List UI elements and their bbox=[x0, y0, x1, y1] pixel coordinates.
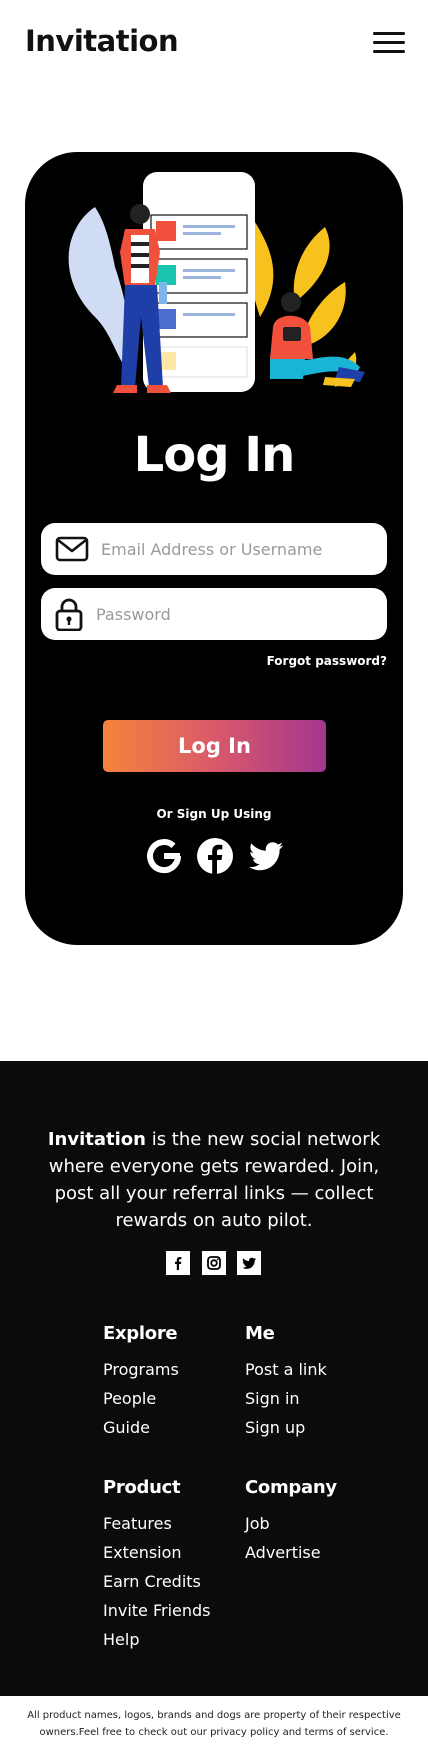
footer-link-sign-in[interactable]: Sign in bbox=[245, 1384, 327, 1413]
footer-link-guide[interactable]: Guide bbox=[103, 1413, 179, 1442]
footer-link-sign-up[interactable]: Sign up bbox=[245, 1413, 327, 1442]
footer-col-product: Product Features Extension Earn Credits … bbox=[103, 1477, 211, 1654]
footer-col-title: Me bbox=[245, 1323, 275, 1344]
footer-facebook-icon[interactable] bbox=[166, 1251, 190, 1275]
envelope-icon bbox=[55, 536, 89, 562]
footer-link-invite-friends[interactable]: Invite Friends bbox=[103, 1596, 211, 1625]
tagline-brand: Invitation bbox=[47, 1129, 146, 1150]
footer-col-title: Product bbox=[103, 1477, 181, 1498]
password-input[interactable] bbox=[96, 588, 376, 640]
forgot-password-link[interactable]: Forgot password? bbox=[267, 654, 387, 668]
footer-link-advertise[interactable]: Advertise bbox=[245, 1538, 337, 1567]
email-field[interactable] bbox=[41, 523, 387, 575]
top-header: Invitation bbox=[0, 0, 428, 90]
footer-col-title: Explore bbox=[103, 1323, 178, 1344]
copyright-notice: All product names, logos, brands and dog… bbox=[0, 1696, 428, 1750]
lock-icon bbox=[55, 598, 83, 631]
footer-link-programs[interactable]: Programs bbox=[103, 1355, 179, 1384]
footer-col-me: Me Post a link Sign in Sign up bbox=[245, 1323, 327, 1442]
footer-twitter-icon[interactable] bbox=[237, 1251, 261, 1275]
footer-link-people[interactable]: People bbox=[103, 1384, 179, 1413]
footer-col-company: Company Job Advertise bbox=[245, 1477, 337, 1567]
password-field[interactable] bbox=[41, 588, 387, 640]
footer-link-help[interactable]: Help bbox=[103, 1625, 211, 1654]
footer-col-explore: Explore Programs People Guide bbox=[103, 1323, 179, 1442]
login-button[interactable]: Log In bbox=[103, 720, 326, 772]
login-title: Log In bbox=[133, 427, 296, 483]
footer-tagline: Invitation is the new social network whe… bbox=[40, 1126, 388, 1234]
footer-link-features[interactable]: Features bbox=[103, 1509, 211, 1538]
footer-link-post-a-link[interactable]: Post a link bbox=[245, 1355, 327, 1384]
email-input[interactable] bbox=[101, 523, 381, 575]
facebook-icon[interactable] bbox=[196, 837, 234, 875]
hamburger-menu-icon[interactable] bbox=[373, 30, 405, 56]
site-footer: Invitation is the new social network whe… bbox=[0, 1061, 428, 1696]
google-icon[interactable] bbox=[145, 837, 183, 875]
footer-link-job[interactable]: Job bbox=[245, 1509, 337, 1538]
footer-col-title: Company bbox=[245, 1477, 337, 1498]
twitter-icon[interactable] bbox=[247, 837, 285, 875]
footer-link-extension[interactable]: Extension bbox=[103, 1538, 211, 1567]
sign-up-using-label: Or Sign Up Using bbox=[156, 807, 272, 821]
footer-instagram-icon[interactable] bbox=[202, 1251, 226, 1275]
footer-link-earn-credits[interactable]: Earn Credits bbox=[103, 1567, 211, 1596]
brand-logo[interactable]: Invitation bbox=[25, 24, 179, 58]
login-card: Log In Forgot password? Log In Or Sign U… bbox=[25, 152, 403, 945]
login-illustration bbox=[68, 172, 365, 393]
